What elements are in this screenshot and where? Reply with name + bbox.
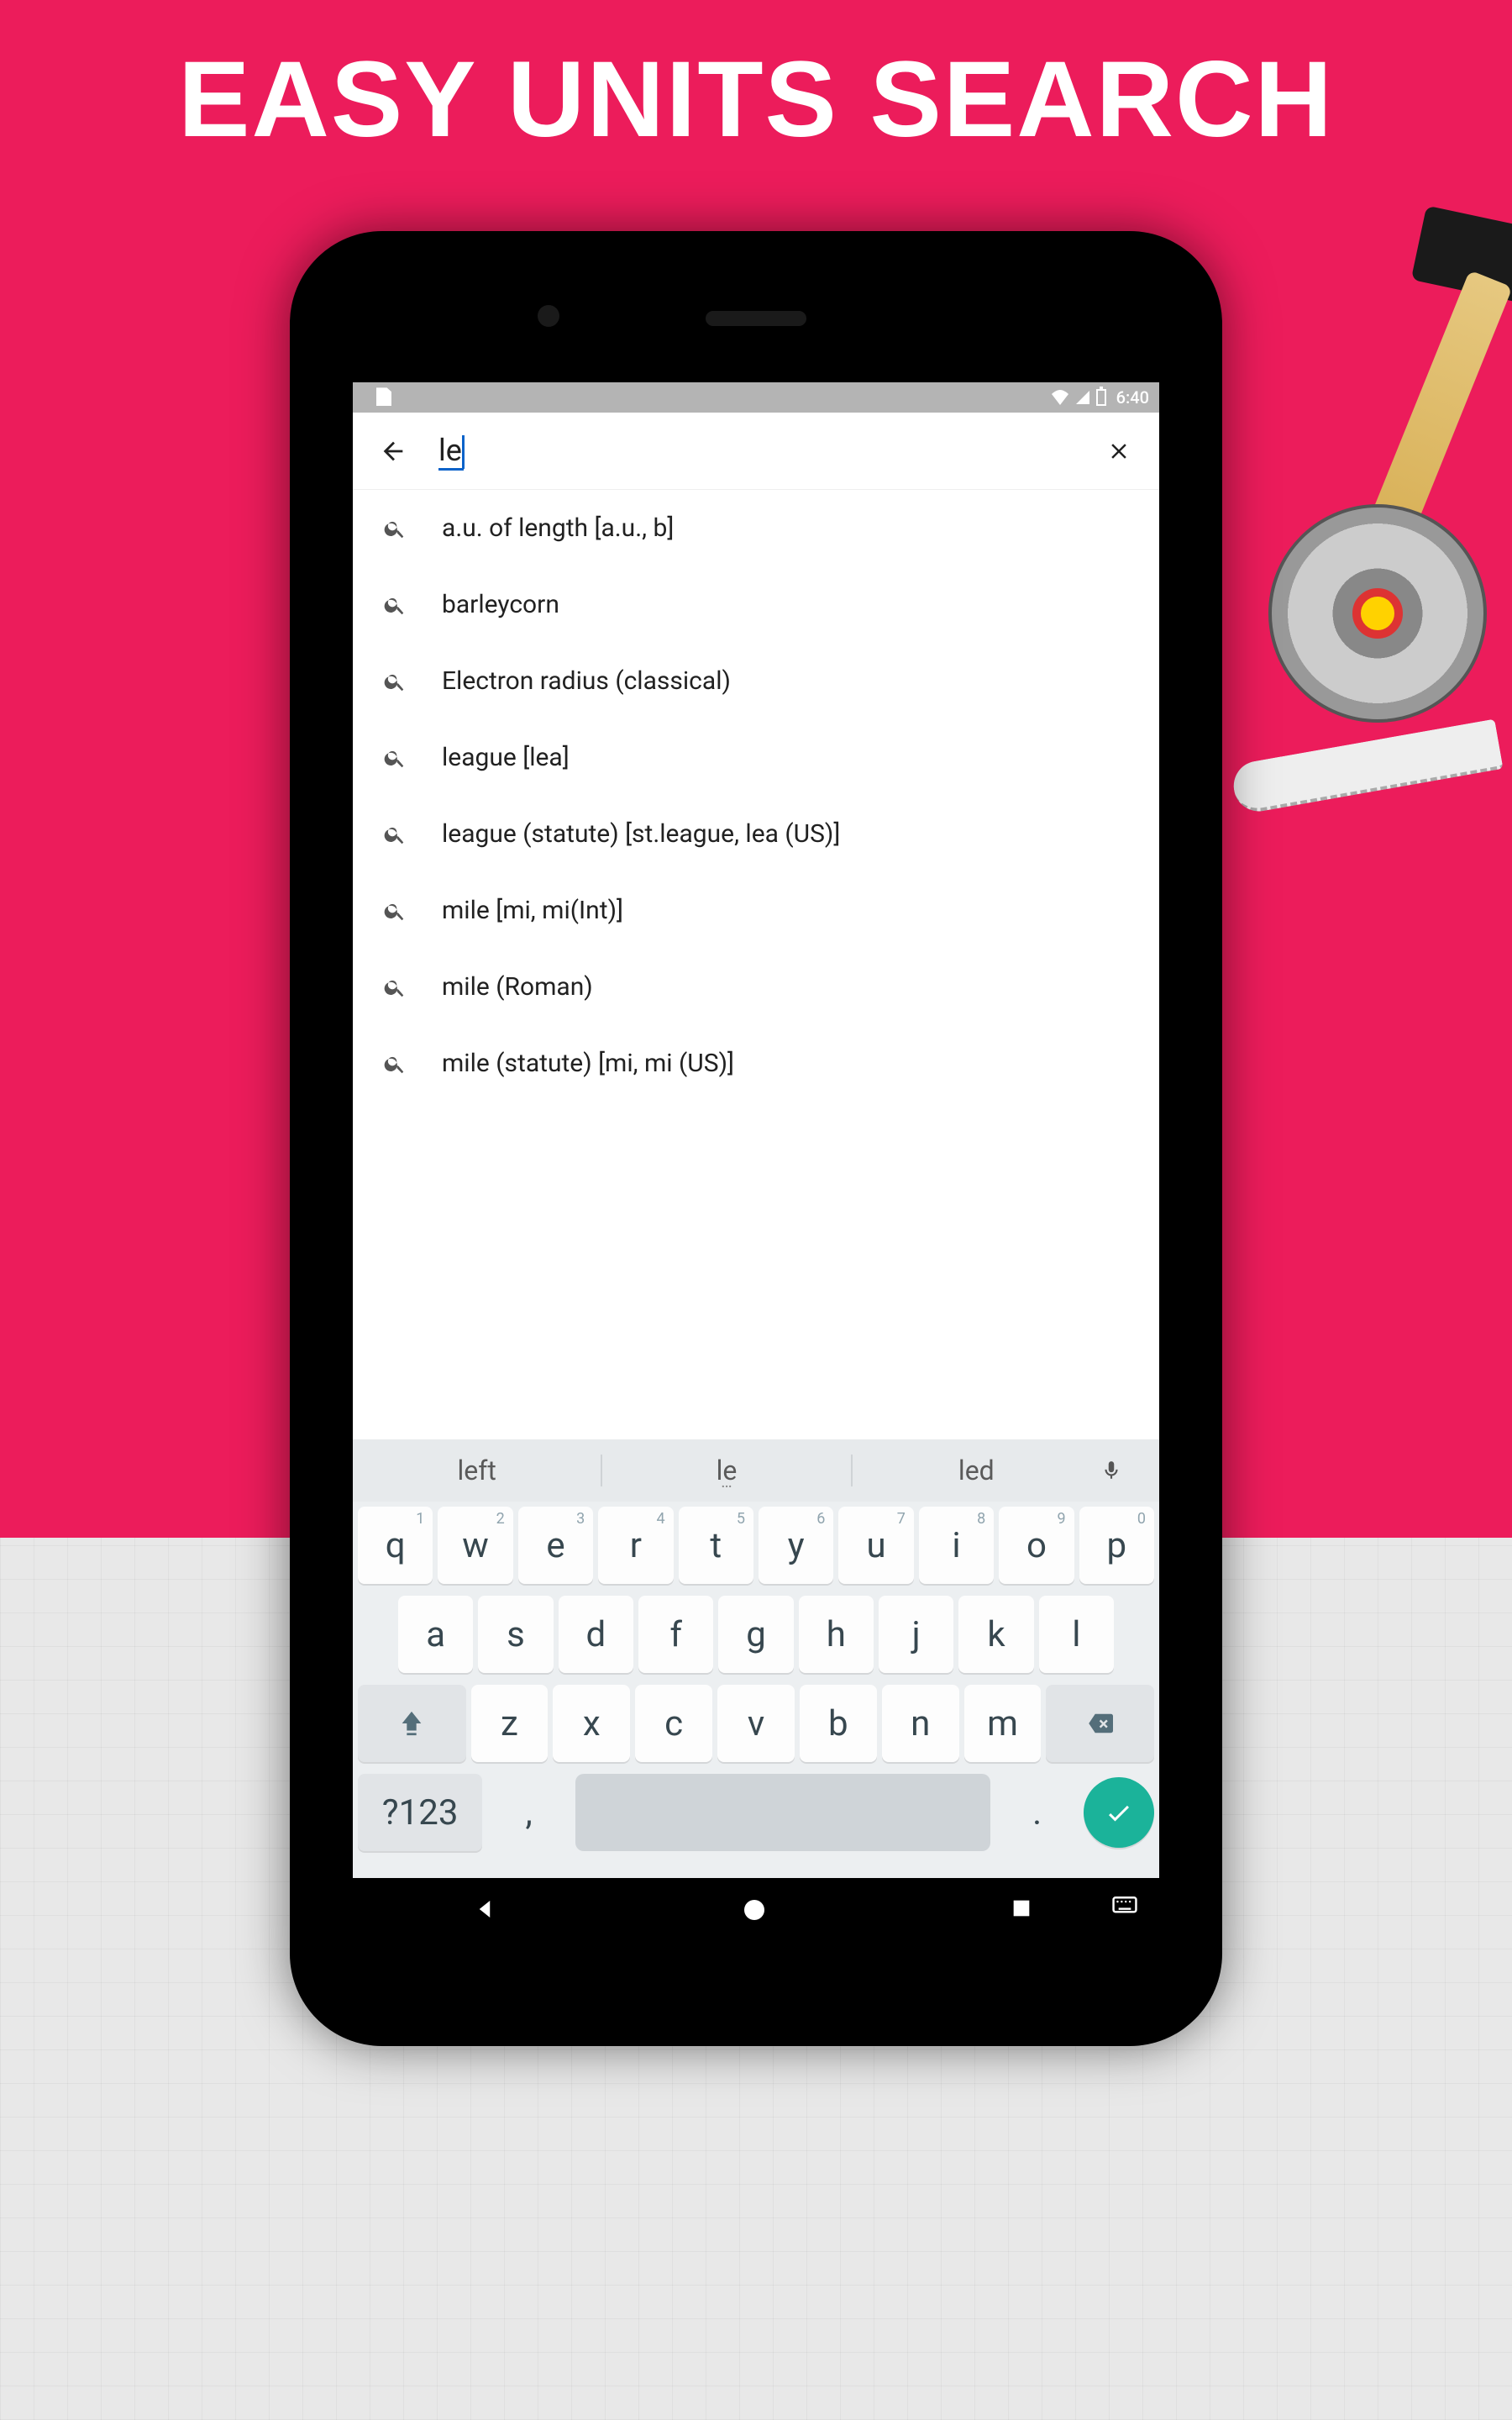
suggestion-1[interactable]: left xyxy=(353,1455,602,1486)
key-z[interactable]: z xyxy=(471,1685,549,1762)
phone-speaker xyxy=(706,311,806,326)
key-m[interactable]: m xyxy=(964,1685,1042,1762)
search-icon xyxy=(381,592,408,618)
key-o[interactable]: o9 xyxy=(999,1507,1074,1584)
space-key[interactable] xyxy=(575,1774,990,1851)
key-c[interactable]: c xyxy=(635,1685,712,1762)
key-b[interactable]: b xyxy=(800,1685,877,1762)
search-icon xyxy=(381,1050,408,1077)
status-bar: 6:40 xyxy=(353,382,1159,413)
key-y[interactable]: y6 xyxy=(759,1507,833,1584)
signal-icon xyxy=(1076,391,1089,404)
key-v[interactable]: v xyxy=(717,1685,795,1762)
shift-key[interactable] xyxy=(358,1685,466,1762)
key-p[interactable]: p0 xyxy=(1079,1507,1154,1584)
key-r[interactable]: r4 xyxy=(598,1507,673,1584)
period-key[interactable]: . xyxy=(995,1774,1079,1851)
key-e[interactable]: e3 xyxy=(518,1507,593,1584)
battery-icon xyxy=(1096,389,1106,406)
key-w[interactable]: w2 xyxy=(438,1507,512,1584)
nav-recent[interactable] xyxy=(1010,1897,1040,1927)
key-h[interactable]: h xyxy=(799,1596,874,1673)
key-k[interactable]: k xyxy=(958,1596,1033,1673)
result-item[interactable]: a.u. of length [a.u., b] xyxy=(353,490,1159,566)
key-l[interactable]: l xyxy=(1039,1596,1114,1673)
enter-key[interactable] xyxy=(1084,1777,1154,1848)
key-n[interactable]: n xyxy=(882,1685,959,1762)
search-icon xyxy=(381,821,408,848)
search-icon xyxy=(381,515,408,542)
result-item[interactable]: barleycorn xyxy=(353,566,1159,643)
key-x[interactable]: x xyxy=(553,1685,630,1762)
sdcard-icon xyxy=(376,386,391,406)
nav-home[interactable] xyxy=(741,1897,771,1927)
comma-key[interactable]: , xyxy=(487,1774,570,1851)
result-item[interactable]: league (statute) [st.league, lea (US)] xyxy=(353,796,1159,872)
key-g[interactable]: g xyxy=(718,1596,793,1673)
result-label: mile (Roman) xyxy=(442,972,593,1002)
result-item[interactable]: mile (Roman) xyxy=(353,949,1159,1025)
search-results: a.u. of length [a.u., b] barleycorn Elec… xyxy=(353,490,1159,1439)
mic-button[interactable] xyxy=(1100,1456,1159,1485)
key-t[interactable]: t5 xyxy=(679,1507,753,1584)
android-nav-bar xyxy=(353,1878,1159,1945)
key-d[interactable]: d xyxy=(559,1596,633,1673)
search-icon xyxy=(381,974,408,1001)
search-icon xyxy=(381,897,408,924)
wifi-icon xyxy=(1051,390,1069,405)
result-label: mile [mi, mi(Int)] xyxy=(442,896,623,925)
result-label: mile (statute) [mi, mi (US)] xyxy=(442,1049,734,1078)
search-icon xyxy=(381,744,408,771)
key-f[interactable]: f xyxy=(638,1596,713,1673)
result-item[interactable]: mile [mi, mi(Int)] xyxy=(353,872,1159,949)
result-item[interactable]: mile (statute) [mi, mi (US)] xyxy=(353,1025,1159,1102)
result-label: barleycorn xyxy=(442,590,559,619)
phone-camera xyxy=(538,305,559,327)
search-query-text: le xyxy=(438,433,464,471)
suggestion-bar: left le led xyxy=(353,1439,1159,1502)
text-cursor xyxy=(462,435,465,469)
status-time: 6:40 xyxy=(1116,387,1149,408)
search-bar: le xyxy=(353,413,1159,490)
back-button[interactable] xyxy=(376,434,410,468)
symbols-key[interactable]: ?123 xyxy=(358,1774,482,1851)
result-label: Electron radius (classical) xyxy=(442,666,731,696)
clear-button[interactable] xyxy=(1102,434,1136,468)
promo-title: EASY UNITS SEARCH xyxy=(0,0,1512,161)
result-item[interactable]: Electron radius (classical) xyxy=(353,643,1159,719)
phone-screen: 6:40 le a.u. of length [a.u., b] barleyc… xyxy=(353,382,1159,1878)
key-q[interactable]: q1 xyxy=(358,1507,433,1584)
key-i[interactable]: i8 xyxy=(919,1507,994,1584)
key-a[interactable]: a xyxy=(398,1596,473,1673)
suggestion-2[interactable]: le xyxy=(602,1455,852,1486)
result-label: league [lea] xyxy=(442,743,570,772)
keyboard: q1w2e3r4t5y6u7i8o9p0 asdfghjkl zxcvbnm ?… xyxy=(353,1502,1159,1878)
key-s[interactable]: s xyxy=(478,1596,553,1673)
result-label: a.u. of length [a.u., b] xyxy=(442,513,674,543)
backspace-key[interactable] xyxy=(1046,1685,1154,1762)
phone-frame: 6:40 le a.u. of length [a.u., b] barleyc… xyxy=(290,231,1222,2046)
key-u[interactable]: u7 xyxy=(838,1507,913,1584)
search-input[interactable]: le xyxy=(438,433,1074,469)
result-label: league (statute) [st.league, lea (US)] xyxy=(442,819,840,849)
suggestion-3[interactable]: led xyxy=(853,1455,1100,1486)
keyboard-toggle-icon[interactable] xyxy=(1112,1897,1142,1927)
result-item[interactable]: league [lea] xyxy=(353,719,1159,796)
nav-back[interactable] xyxy=(472,1897,502,1927)
key-j[interactable]: j xyxy=(879,1596,953,1673)
search-icon xyxy=(381,668,408,695)
